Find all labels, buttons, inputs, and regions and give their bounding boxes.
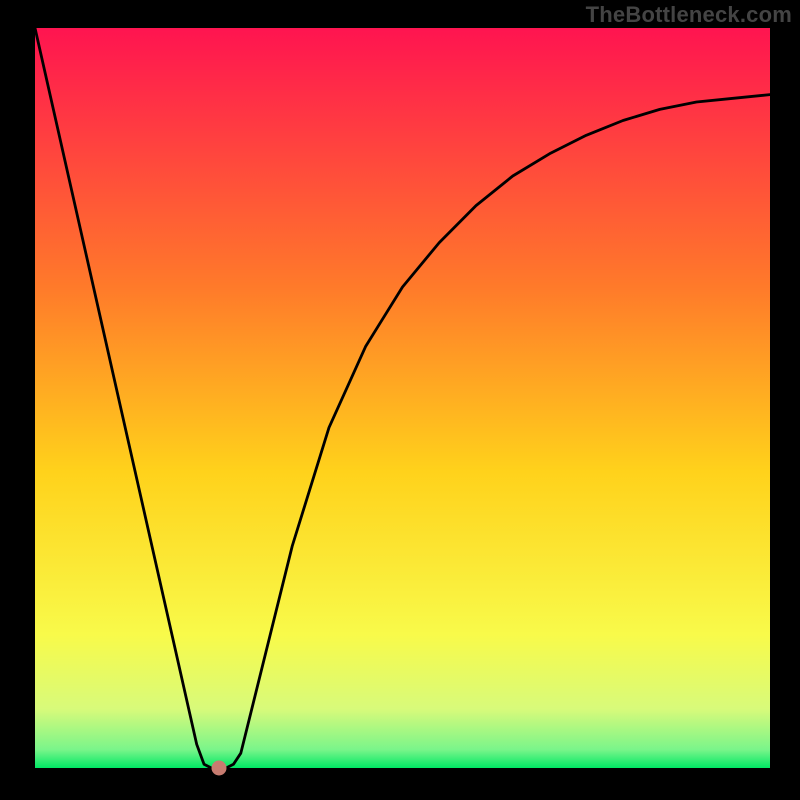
chart-frame: TheBottleneck.com (0, 0, 800, 800)
bottleneck-curve (35, 28, 770, 768)
gradient-background (35, 28, 770, 768)
watermark-text: TheBottleneck.com (586, 2, 792, 28)
optimal-point-marker (211, 761, 226, 776)
plot-area (35, 28, 770, 768)
chart-svg (35, 28, 770, 768)
